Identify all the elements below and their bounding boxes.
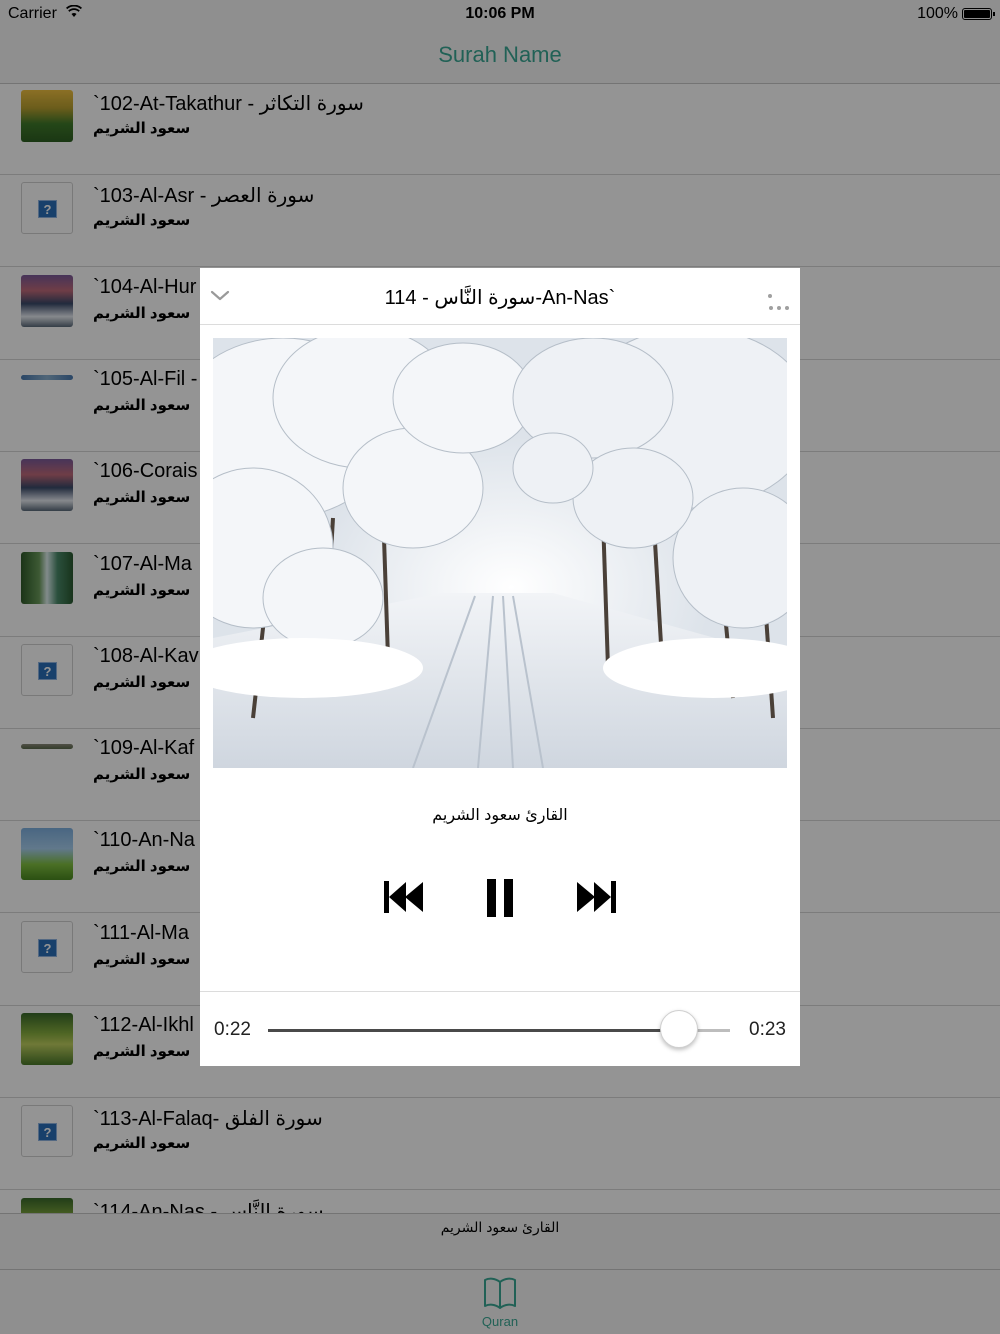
pause-button[interactable] (470, 878, 530, 932)
player-modal: سورة النَّاس - 114-An-Nas` القارئ سعود ا… (200, 268, 800, 1066)
player-header: سورة النَّاس - 114-An-Nas` (200, 268, 800, 325)
collapse-button[interactable] (208, 284, 236, 308)
more-button[interactable] (768, 282, 790, 310)
pause-icon (470, 878, 530, 918)
elapsed-time: 0:22 (214, 1019, 251, 1040)
progress-fill (268, 1029, 680, 1032)
album-artwork (213, 338, 787, 768)
next-button[interactable] (566, 878, 626, 932)
progress-thumb[interactable] (660, 1010, 699, 1048)
remaining-time: 0:23 (749, 1019, 786, 1040)
chevron-down-icon (208, 290, 236, 312)
playback-controls (200, 878, 800, 932)
previous-track-icon (374, 878, 434, 916)
player-reciter: القارئ سعود الشريم (432, 807, 568, 824)
previous-button[interactable] (374, 878, 434, 932)
player-title: سورة النَّاس - 114-An-Nas` (384, 287, 616, 309)
next-track-icon (566, 878, 626, 916)
progress-slider[interactable] (268, 1010, 730, 1048)
progress-area: 0:22 0:23 (200, 991, 800, 1066)
more-dots-icon (768, 294, 789, 310)
